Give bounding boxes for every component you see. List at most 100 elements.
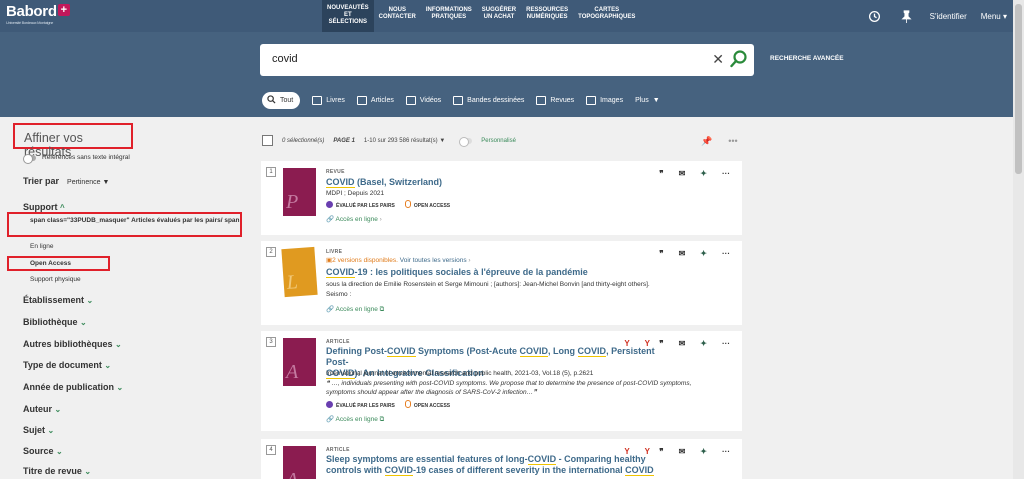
tab-journals[interactable]: Revues <box>536 96 574 105</box>
support-option-online[interactable]: En ligne <box>30 243 54 250</box>
email-icon[interactable]: ✉ <box>679 447 686 456</box>
chevron-down-icon: ▾ <box>1002 11 1007 21</box>
page-scrollbar[interactable] <box>1013 0 1024 479</box>
quote-icon[interactable]: ❞ <box>659 339 663 348</box>
facet-annee[interactable]: Année de publication ⌄ <box>23 382 123 392</box>
full-text-toggle[interactable]: Références sans texte intégral <box>23 153 130 164</box>
sort-select[interactable]: Pertinence ▼ <box>67 179 109 186</box>
scrollbar-thumb[interactable] <box>1015 4 1022 174</box>
menu-button[interactable]: Menu ▾ <box>981 12 1007 21</box>
history-icon[interactable] <box>866 7 884 25</box>
search-input[interactable]: covid <box>272 53 298 65</box>
search-icon <box>267 95 276 106</box>
email-icon[interactable]: ✉ <box>679 169 686 178</box>
tab-books[interactable]: Livres <box>312 96 345 105</box>
book-thumbnail[interactable]: L <box>281 246 318 298</box>
select-all-checkbox[interactable] <box>262 135 273 146</box>
nav-nouveautes[interactable]: NOUVEAUTÉS ET SÉLECTIONS <box>322 0 374 32</box>
journal-thumbnail[interactable]: P <box>283 168 316 216</box>
quote-icon[interactable]: ❞ <box>659 249 663 258</box>
book-icon <box>312 96 323 105</box>
article-icon <box>356 96 367 105</box>
result-title[interactable]: Sleep symptoms are essential features of… <box>326 454 686 476</box>
tab-videos[interactable]: Vidéos <box>405 96 441 105</box>
search-icon[interactable] <box>730 49 748 69</box>
tab-all[interactable]: Tout <box>262 92 301 109</box>
more-icon[interactable]: ··· <box>722 447 730 456</box>
more-icon[interactable]: ··· <box>722 249 730 258</box>
signin-link[interactable]: S'identifier <box>930 12 967 21</box>
tab-more[interactable]: Plus ▼ <box>635 97 660 104</box>
nav-maps[interactable]: CARTES TOPOGRAPHIQUES <box>573 0 640 32</box>
more-icon[interactable]: ··· <box>722 339 730 348</box>
open-access-icon <box>404 400 411 408</box>
article-thumbnail[interactable]: A <box>283 338 316 386</box>
facet-type-document[interactable]: Type de document ⌄ <box>23 360 111 370</box>
facet-sujet[interactable]: Sujet ⌄ <box>23 425 54 435</box>
facet-etablissement[interactable]: Établissement ⌄ <box>23 295 93 305</box>
brand-logo[interactable]: Babord + Université Bordeaux Montaigne <box>6 3 70 25</box>
chevron-down-icon: ⌄ <box>54 405 62 414</box>
toggle-switch[interactable] <box>23 153 36 164</box>
tab-articles[interactable]: Articles <box>356 96 394 105</box>
quote-icon[interactable]: ❞ <box>659 169 663 178</box>
clear-icon[interactable]: ✕ <box>712 51 724 68</box>
nav-contact[interactable]: NOUS CONTACTER <box>374 0 421 32</box>
cited-by-icon[interactable]: Y <box>624 447 629 456</box>
result-badges: ÉVALUÉ PAR LES PAIRS OPEN ACCESS <box>326 200 450 209</box>
quote-icon[interactable]: ❞ <box>659 447 663 456</box>
online-access-link[interactable]: 🔗 Accès en ligne ⧉ <box>326 415 384 424</box>
citing-icon[interactable]: Y <box>645 447 650 456</box>
personalize-toggle[interactable] <box>459 136 473 147</box>
facet-auteur[interactable]: Auteur ⌄ <box>23 404 61 414</box>
email-icon[interactable]: ✉ <box>679 249 686 258</box>
open-access-icon <box>404 200 411 208</box>
pin-icon[interactable] <box>898 7 916 25</box>
pin-icon[interactable]: ✦ <box>700 447 707 456</box>
tab-images[interactable]: Images <box>586 96 623 105</box>
chevron-down-icon: ⌄ <box>84 467 92 476</box>
pin-icon[interactable]: ✦ <box>700 169 707 178</box>
result-badges: ÉVALUÉ PAR LES PAIRS OPEN ACCESS <box>326 400 450 409</box>
versions-info[interactable]: ▣2 versions disponibles. Voir toutes les… <box>326 256 471 264</box>
chevron-down-icon: ⌄ <box>47 426 55 435</box>
tab-comics[interactable]: Bandes dessinées <box>453 96 524 105</box>
facet-source[interactable]: Source ⌄ <box>23 446 63 456</box>
image-icon <box>586 96 597 105</box>
result-title[interactable]: COVID (Basel, Switzerland) <box>326 177 442 188</box>
article-thumbnail[interactable]: A <box>283 446 316 479</box>
more-icon[interactable]: ··· <box>722 169 730 178</box>
external-icon: ⧉ <box>379 306 385 313</box>
email-icon[interactable]: ✉ <box>679 339 686 348</box>
cited-by-icon[interactable]: Y <box>624 339 629 348</box>
chevron-down-icon: ⌄ <box>56 447 63 456</box>
nav-infos[interactable]: INFORMATIONS PRATIQUES <box>421 0 477 32</box>
citing-icon[interactable]: Y <box>645 339 650 348</box>
result-meta: MDPI ; Depuis 2021 <box>326 190 385 197</box>
chevron-down-icon: ⌄ <box>104 361 112 370</box>
result-title[interactable]: COVID-19 : les politiques sociales à l'é… <box>326 267 588 278</box>
results-count[interactable]: 1-10 sur 293 586 résultat(s) ▼ <box>364 138 445 144</box>
pin-icon[interactable]: 📌 <box>701 136 712 147</box>
search-box[interactable]: covid ✕ <box>260 44 754 76</box>
nav-resources[interactable]: RESSOURCES NUMÉRIQUES <box>521 0 573 32</box>
pin-icon[interactable]: ✦ <box>700 339 707 348</box>
support-option-peer-reviewed[interactable]: span class="33PUDB_masquer" Articles éva… <box>7 212 242 237</box>
support-option-physical[interactable]: Support physique <box>30 276 81 283</box>
support-option-open-access[interactable]: Open Access <box>7 256 110 271</box>
result-meta: International journal of environmental r… <box>326 370 594 377</box>
result-type: ARTICLE <box>326 339 350 345</box>
facet-autres-bibliotheques[interactable]: Autres bibliothèques ⌄ <box>23 339 122 349</box>
facet-titre-revue[interactable]: Titre de revue ⌄ <box>23 466 91 476</box>
facet-bibliotheque[interactable]: Bibliothèque ⌄ <box>23 317 87 327</box>
pin-icon[interactable]: ✦ <box>700 249 707 258</box>
online-access-link[interactable]: 🔗 Accès en ligne ⧉ <box>326 305 384 314</box>
more-icon[interactable]: ••• <box>728 136 737 147</box>
page-indicator: PAGE 1 <box>333 137 355 144</box>
nav-suggest[interactable]: SUGGÉRER UN ACHAT <box>477 0 521 32</box>
support-heading[interactable]: Support ^ <box>23 202 65 212</box>
all-versions-link[interactable]: Voir toutes les versions <box>400 257 467 264</box>
advanced-search-link[interactable]: RECHERCHE AVANCÉE <box>770 55 844 62</box>
online-access-link[interactable]: 🔗 Accès en ligne › <box>326 215 382 223</box>
resource-type-tabs: Tout Livres Articles Vidéos Bandes dessi… <box>262 92 660 109</box>
